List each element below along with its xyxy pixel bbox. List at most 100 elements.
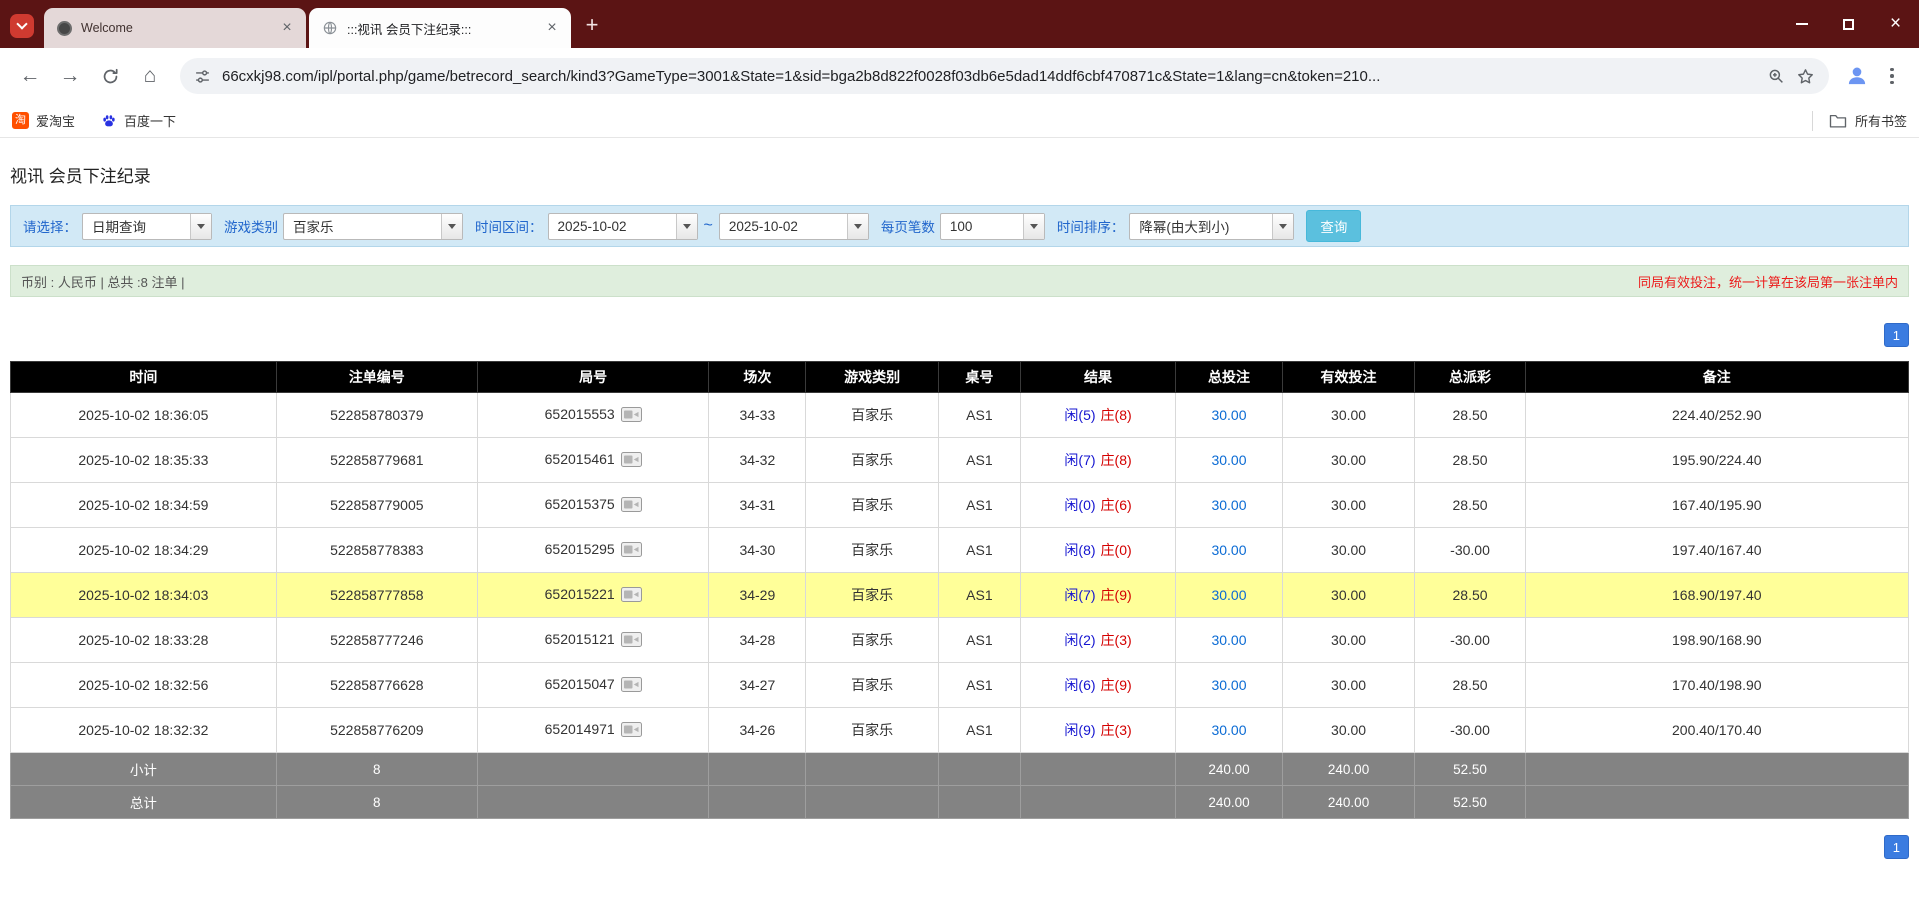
round-number: 652014971 (545, 721, 615, 737)
back-button[interactable]: ← (12, 58, 48, 94)
result-player: 闲(8) (1064, 542, 1095, 558)
cell-round: 652014971 (477, 708, 709, 753)
video-icon[interactable] (621, 497, 642, 515)
table-row: 2025-10-02 18:35:33522858779681652015461… (11, 438, 1909, 483)
date-to-select[interactable]: 2025-10-02 (719, 213, 869, 240)
cell-valid-bet: 30.00 (1282, 483, 1415, 528)
cell-result: 闲(7)庄(8) (1020, 438, 1176, 483)
new-tab-button[interactable]: + (577, 11, 607, 41)
total-bet-link[interactable]: 30.00 (1211, 542, 1246, 558)
dropdown-arrow-icon[interactable] (1272, 214, 1293, 239)
cell-round: 652015121 (477, 618, 709, 663)
cell-session: 34-30 (709, 528, 806, 573)
bookmark-baidu[interactable]: 百度一下 (101, 111, 176, 130)
result-player: 闲(7) (1064, 587, 1095, 603)
total-label: 总计 (11, 786, 277, 819)
video-icon[interactable] (621, 542, 642, 560)
total-bet-link[interactable]: 30.00 (1211, 452, 1246, 468)
welcome-tab-favicon (57, 21, 72, 36)
cell-payout: -30.00 (1415, 618, 1525, 663)
address-bar[interactable]: 66cxkj98.com/ipl/portal.php/game/betreco… (180, 58, 1829, 94)
total-bet-link[interactable]: 30.00 (1211, 677, 1246, 693)
cell-table-no: AS1 (939, 528, 1021, 573)
cell-session: 34-33 (709, 393, 806, 438)
browser-tab-bar: Welcome × :::视讯 会员下注纪录::: × + × (0, 0, 1919, 48)
url-text[interactable]: 66cxkj98.com/ipl/portal.php/game/betreco… (222, 68, 1756, 85)
total-bet-link[interactable]: 30.00 (1211, 587, 1246, 603)
profile-avatar-icon[interactable] (1841, 60, 1873, 92)
game-type-label: 游戏类别 (224, 216, 278, 236)
cell-time: 2025-10-02 18:34:03 (11, 573, 277, 618)
total-bet-link[interactable]: 30.00 (1211, 722, 1246, 738)
result-player: 闲(2) (1064, 632, 1095, 648)
cell-valid-bet: 30.00 (1282, 618, 1415, 663)
total-bet-link[interactable]: 30.00 (1211, 497, 1246, 513)
maximize-button[interactable] (1825, 0, 1872, 48)
dropdown-arrow-icon[interactable] (441, 214, 462, 239)
cell-session: 34-32 (709, 438, 806, 483)
cell-session: 34-28 (709, 618, 806, 663)
total-bet-link[interactable]: 30.00 (1211, 632, 1246, 648)
bookmarks-bar: 淘 爱淘宝 百度一下 所有书签 (0, 104, 1919, 138)
cell-note: 167.40/195.90 (1525, 483, 1908, 528)
per-page-select[interactable]: 100 (940, 213, 1045, 240)
select-label: 请选择： (23, 216, 77, 236)
query-button[interactable]: 查询 (1306, 210, 1361, 242)
cell-payout: 28.50 (1415, 663, 1525, 708)
reload-button[interactable] (92, 58, 128, 94)
query-type-select[interactable]: 日期查询 (82, 213, 212, 240)
table-header-row: 时间注单编号局号场次游戏类别桌号结果总投注有效投注总派彩备注 (11, 362, 1909, 393)
date-from-select[interactable]: 2025-10-02 (548, 213, 698, 240)
result-player: 闲(7) (1064, 452, 1095, 468)
video-icon[interactable] (621, 677, 642, 695)
tab-close-icon[interactable]: × (543, 19, 561, 37)
baidu-icon (101, 113, 117, 129)
video-icon[interactable] (621, 452, 642, 470)
table-row: 2025-10-02 18:32:56522858776628652015047… (11, 663, 1909, 708)
taobao-icon: 淘 (12, 112, 29, 129)
video-icon[interactable] (621, 632, 642, 650)
dropdown-arrow-icon[interactable] (1023, 214, 1044, 239)
cell-valid-bet: 30.00 (1282, 528, 1415, 573)
forward-button[interactable]: → (52, 58, 88, 94)
close-window-button[interactable]: × (1872, 0, 1919, 48)
site-settings-icon[interactable] (194, 68, 211, 85)
cell-payout: 28.50 (1415, 438, 1525, 483)
tab-bet-records[interactable]: :::视讯 会员下注纪录::: × (309, 8, 571, 48)
cell-session: 34-31 (709, 483, 806, 528)
tab-welcome[interactable]: Welcome × (44, 8, 306, 48)
sort-select[interactable]: 降幂(由大到小) (1129, 213, 1294, 240)
page-1-button[interactable]: 1 (1884, 835, 1909, 859)
bookmark-star-icon[interactable] (1796, 67, 1815, 86)
page-1-button[interactable]: 1 (1884, 323, 1909, 347)
column-header: 桌号 (939, 362, 1021, 393)
tab-search-icon[interactable] (10, 14, 34, 38)
zoom-icon[interactable] (1767, 67, 1785, 85)
tab-close-icon[interactable]: × (278, 19, 296, 37)
game-type-select[interactable]: 百家乐 (283, 213, 463, 240)
per-page-label: 每页笔数 (881, 216, 935, 236)
cell-table-no: AS1 (939, 438, 1021, 483)
video-icon[interactable] (621, 407, 642, 425)
video-icon[interactable] (621, 587, 642, 605)
cell-session: 34-26 (709, 708, 806, 753)
bookmark-aitaobao[interactable]: 淘 爱淘宝 (12, 111, 75, 130)
table-row: 2025-10-02 18:33:28522858777246652015121… (11, 618, 1909, 663)
date-range-label: 时间区间： (475, 216, 543, 236)
video-icon[interactable] (621, 722, 642, 740)
minimize-button[interactable] (1778, 0, 1825, 48)
filter-bar: 请选择： 日期查询 游戏类别 百家乐 时间区间： 2025-10-02 ~ 20… (10, 205, 1909, 247)
dropdown-arrow-icon[interactable] (676, 214, 697, 239)
dropdown-arrow-icon[interactable] (847, 214, 868, 239)
cell-round: 652015221 (477, 573, 709, 618)
cell-round: 652015047 (477, 663, 709, 708)
total-bet-link[interactable]: 30.00 (1211, 407, 1246, 423)
cell-table-no: AS1 (939, 573, 1021, 618)
all-bookmarks-button[interactable]: 所有书签 (1812, 111, 1907, 131)
result-banker: 庄(9) (1101, 587, 1132, 603)
dropdown-arrow-icon[interactable] (190, 214, 211, 239)
browser-menu-icon[interactable] (1877, 61, 1907, 91)
subtotal-payout: 52.50 (1415, 753, 1525, 786)
result-banker: 庄(6) (1101, 497, 1132, 513)
home-button[interactable]: ⌂ (132, 58, 168, 94)
